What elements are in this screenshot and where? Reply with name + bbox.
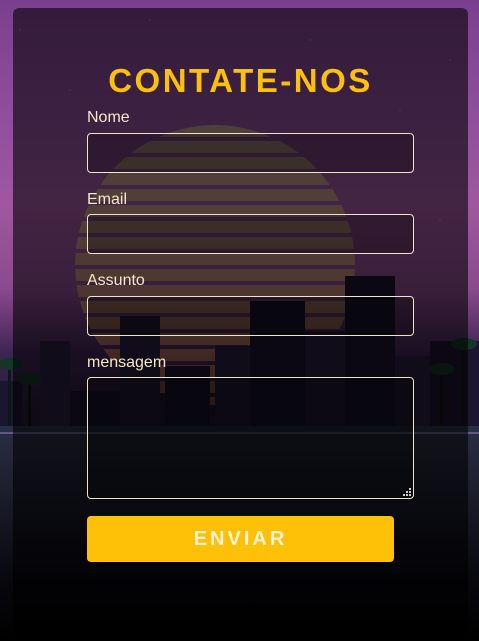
palm-tree-decoration [0, 358, 23, 426]
email-input[interactable] [87, 214, 414, 254]
subject-input[interactable] [87, 296, 414, 336]
submit-button[interactable]: ENVIAR [87, 516, 394, 562]
contact-form-card: CONTATE-NOS Nome Email Assunto mensagem … [13, 8, 468, 641]
subject-label: Assunto [87, 272, 145, 289]
resize-grip-icon[interactable] [402, 487, 411, 496]
email-label: Email [87, 191, 128, 208]
form-title: CONTATE-NOS [108, 62, 373, 99]
name-label: Nome [87, 109, 130, 126]
message-label: mensagem [87, 354, 167, 371]
name-input[interactable] [87, 133, 414, 173]
message-textarea[interactable] [87, 377, 414, 499]
